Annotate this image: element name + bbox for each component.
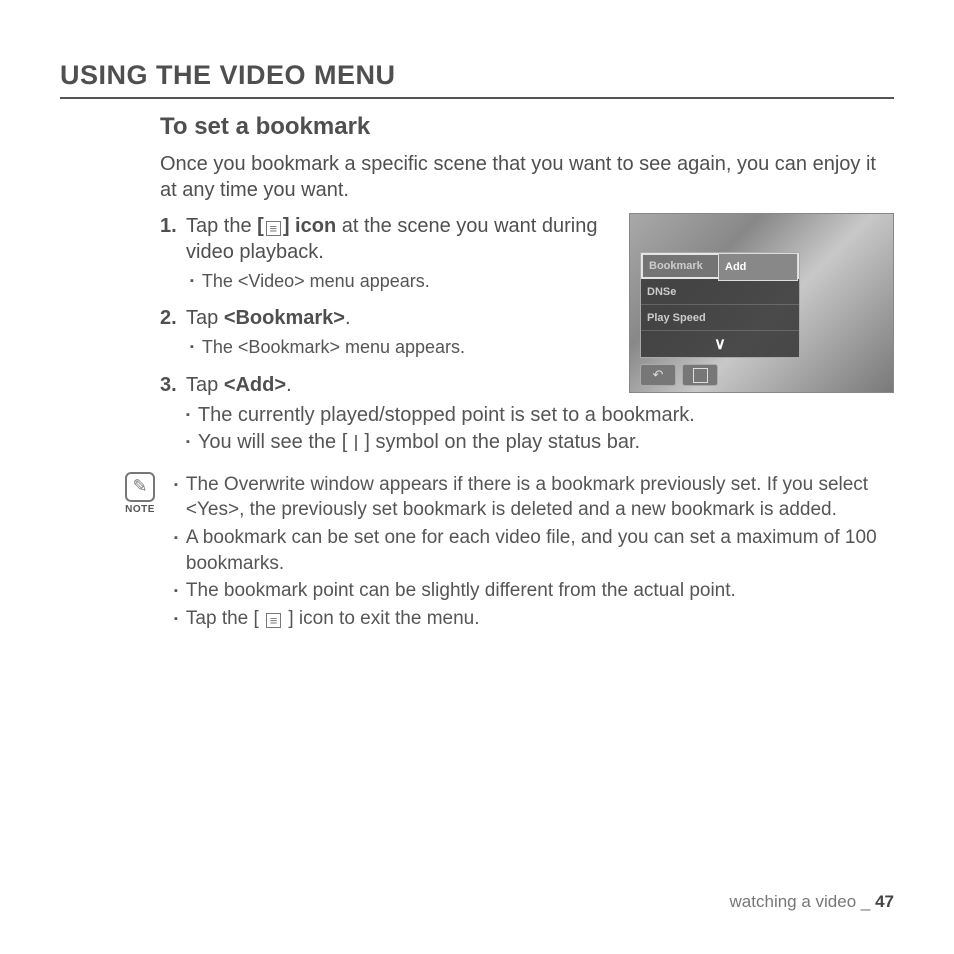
note-icon: ✎	[125, 472, 155, 502]
menu-icon	[693, 368, 708, 383]
step-text: .	[286, 374, 292, 396]
step-1: 1. Tap the [] icon at the scene you want…	[160, 213, 609, 301]
step-sub-text: You will see the [	[198, 431, 353, 453]
menu-icon	[266, 613, 281, 628]
step-text: <Add>	[224, 374, 286, 396]
note-item: The bookmark point can be slightly diffe…	[174, 578, 894, 604]
note-item: A bookmark can be set one for each video…	[174, 525, 894, 576]
step-text: Tap	[186, 307, 224, 329]
note-label: NOTE	[125, 504, 155, 515]
section-heading: To set a bookmark	[160, 113, 894, 141]
note-block: ✎ NOTE The Overwrite window appears if t…	[160, 472, 894, 634]
step-3: 3. Tap <Add>.	[160, 372, 609, 398]
page-footer: watching a video _ 47	[730, 892, 894, 912]
back-button[interactable]: ↶	[640, 364, 676, 386]
step-text: <Bookmark>	[224, 307, 345, 329]
intro-text: Once you bookmark a specific scene that …	[160, 151, 894, 203]
menu-item-play-speed[interactable]: Play Speed	[641, 305, 799, 331]
step-number: 3.	[160, 372, 186, 398]
step-number: 2.	[160, 305, 186, 367]
step-2: 2. Tap <Bookmark>. The <Bookmark> menu a…	[160, 305, 609, 367]
step-text: .	[345, 307, 351, 329]
step-3-sub: The currently played/stopped point is se…	[160, 402, 894, 456]
step-text: [	[257, 215, 264, 237]
page-heading: USING THE VIDEO MENU	[60, 60, 894, 99]
step-text: Tap the	[186, 215, 257, 237]
menu-item-bookmark[interactable]: Bookmark Add	[641, 253, 799, 279]
step-sub-text: The currently played/stopped point is se…	[198, 402, 695, 429]
menu-icon	[266, 221, 281, 236]
menu-scroll-down[interactable]: ∨	[641, 331, 799, 357]
note-item: Tap the [ ] icon to exit the menu.	[174, 606, 894, 632]
step-text: ] icon	[283, 215, 336, 237]
step-text: Tap	[186, 374, 224, 396]
back-icon: ↶	[653, 367, 664, 383]
video-menu-overlay: Bookmark Add DNSe Play Speed ∨	[640, 252, 800, 358]
step-sub: The <Video> menu appears.	[190, 269, 609, 293]
steps-list: 1. Tap the [] icon at the scene you want…	[160, 213, 609, 402]
submenu-add[interactable]: Add	[718, 253, 798, 281]
menu-item-dnse[interactable]: DNSe	[641, 279, 799, 305]
page-number: 47	[875, 892, 894, 911]
menu-button[interactable]	[682, 364, 718, 386]
step-number: 1.	[160, 213, 186, 301]
bookmark-marker-icon	[355, 435, 357, 451]
footer-section: watching a video _	[730, 892, 876, 911]
device-screenshot: Bookmark Add DNSe Play Speed ∨ ↶	[629, 213, 894, 393]
step-sub: The <Bookmark> menu appears.	[190, 335, 609, 359]
note-item: The Overwrite window appears if there is…	[174, 472, 894, 523]
chevron-down-icon: ∨	[714, 334, 726, 354]
step-sub-text: ] symbol on the play status bar.	[359, 431, 640, 453]
